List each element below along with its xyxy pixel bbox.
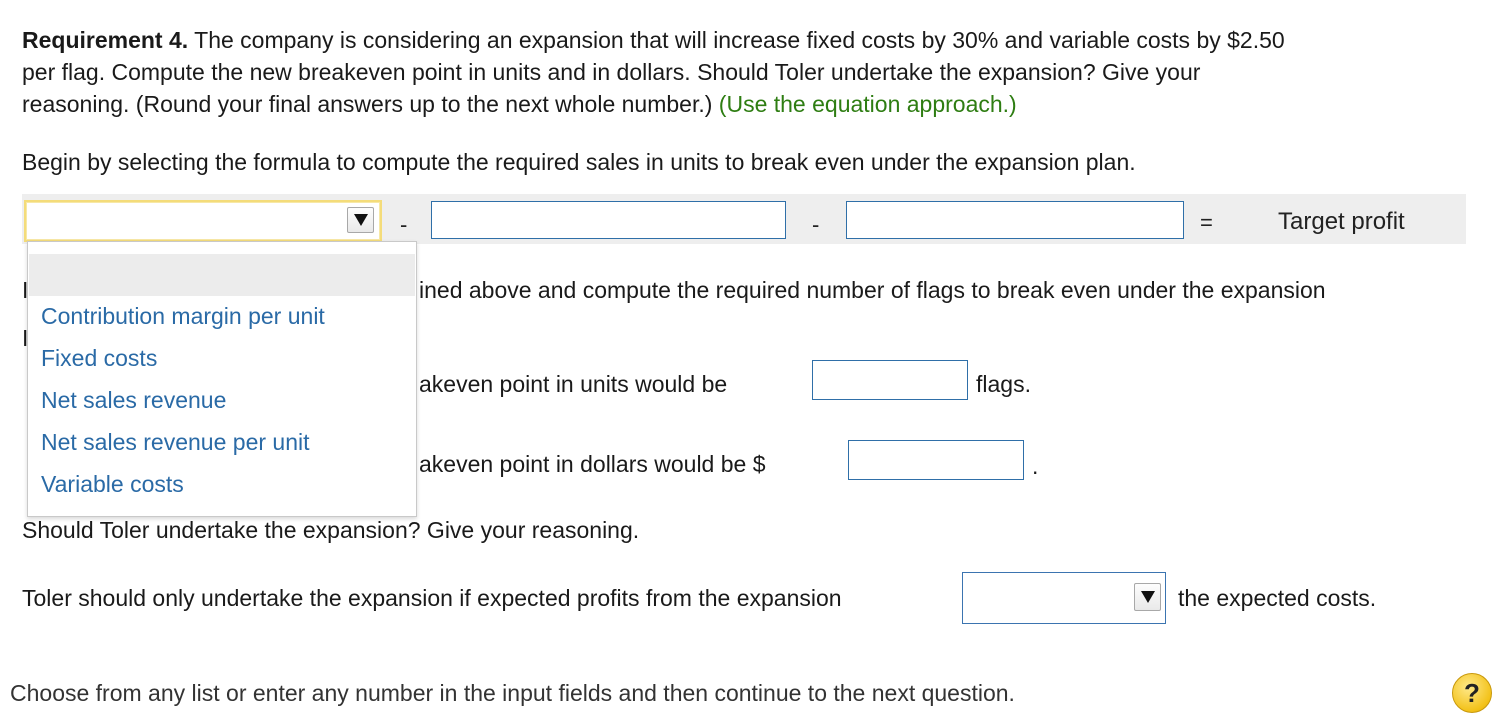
footer-instruction: Choose from any list or enter any number…: [10, 680, 1015, 706]
requirement-text-1: The company is considering an expansion …: [194, 27, 1285, 53]
begin-instruction: Begin by selecting the formula to comput…: [22, 149, 1136, 175]
option-fixed-costs[interactable]: Fixed costs: [41, 343, 157, 373]
dropdown-blank-option[interactable]: [29, 254, 415, 296]
minus-operator-1: -: [400, 212, 408, 237]
formula-term-select[interactable]: [24, 200, 382, 242]
option-variable-costs[interactable]: Variable costs: [41, 469, 184, 499]
help-icon[interactable]: ?: [1452, 673, 1492, 713]
comparison-select-arrow[interactable]: [1134, 583, 1161, 611]
formula-options-dropdown[interactable]: Contribution margin per unit Fixed costs…: [27, 241, 417, 517]
requirement-line-1: Requirement 4. The company is considerin…: [22, 24, 1285, 56]
equals-operator: =: [1200, 210, 1213, 235]
requirement-heading: Requirement 4.: [22, 27, 189, 53]
units-breakeven-text: akeven point in units would be: [419, 371, 728, 397]
answer-text-after: the expected costs.: [1178, 585, 1377, 611]
triangle-down-icon: [353, 214, 368, 226]
minus-operator-2: -: [812, 212, 820, 237]
requirement-line-3: reasoning. (Round your final answers up …: [22, 88, 1017, 120]
units-breakeven-input[interactable]: [812, 360, 968, 400]
expansion-question: Should Toler undertake the expansion? Gi…: [22, 517, 640, 543]
answer-text-before: Toler should only undertake the expansio…: [22, 585, 842, 611]
requirement-text-3: reasoning. (Round your final answers up …: [22, 91, 713, 117]
option-net-sales-revenue-per-unit[interactable]: Net sales revenue per unit: [41, 427, 310, 457]
formula-input-3[interactable]: [846, 201, 1184, 239]
formula-input-2[interactable]: [431, 201, 786, 239]
dollars-breakeven-input[interactable]: [848, 440, 1024, 480]
period-label: .: [1032, 453, 1039, 479]
dollars-breakeven-text: akeven point in dollars would be $: [419, 451, 766, 477]
comparison-select[interactable]: [962, 572, 1166, 624]
target-profit-label: Target profit: [1278, 208, 1405, 235]
select-arrow-button[interactable]: [347, 207, 374, 233]
option-net-sales-revenue[interactable]: Net sales revenue: [41, 385, 226, 415]
requirement-line-2: per flag. Compute the new breakeven poin…: [22, 59, 1201, 85]
option-contribution-margin-per-unit[interactable]: Contribution margin per unit: [41, 301, 325, 331]
covered-line-a-rest: ined above and compute the required numb…: [419, 277, 1326, 303]
flags-label: flags.: [976, 371, 1031, 397]
equation-hint: (Use the equation approach.): [718, 91, 1017, 117]
triangle-down-icon: [1140, 591, 1155, 603]
